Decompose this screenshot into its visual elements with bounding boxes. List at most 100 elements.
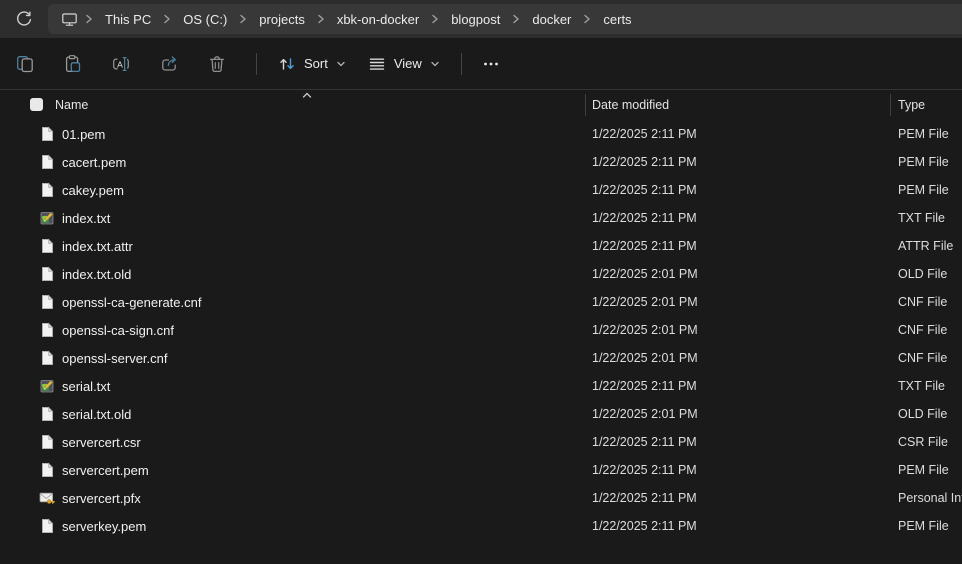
file-row[interactable]: index.txt.attr 1/22/2025 2:11 PM ATTR Fi… xyxy=(0,232,962,260)
file-date-modified: 1/22/2025 2:11 PM xyxy=(592,183,697,197)
file-name: servercert.csr xyxy=(62,435,141,450)
paste-button[interactable] xyxy=(54,46,92,82)
rename-icon: A xyxy=(113,56,129,71)
file-name: index.txt xyxy=(62,211,111,226)
share-button[interactable] xyxy=(150,46,188,82)
chevron-down-icon xyxy=(431,61,439,66)
file-name: servercert.pfx xyxy=(62,491,141,506)
more-options-button[interactable] xyxy=(472,46,510,82)
file-name: openssl-ca-sign.cnf xyxy=(62,323,174,338)
file-type: PEM File xyxy=(898,463,949,477)
chevron-right-icon xyxy=(430,13,440,25)
file-icon xyxy=(42,350,54,365)
file-row[interactable]: openssl-ca-sign.cnf 1/22/2025 2:01 PM CN… xyxy=(0,316,962,344)
file-date-modified: 1/22/2025 2:11 PM xyxy=(592,127,697,141)
file-row[interactable]: servercert.csr 1/22/2025 2:11 PM CSR Fil… xyxy=(0,428,962,456)
file-row[interactable]: openssl-ca-generate.cnf 1/22/2025 2:01 P… xyxy=(0,288,962,316)
file-type: TXT File xyxy=(898,211,945,225)
file-type: OLD File xyxy=(898,407,948,421)
breadcrumb-item[interactable]: This PC xyxy=(96,8,160,31)
file-type: CSR File xyxy=(898,435,949,449)
breadcrumb: This PC OS (C:) projects xbk-on-docker b… xyxy=(82,8,641,31)
file-type: OLD File xyxy=(898,267,948,281)
file-icon xyxy=(42,406,54,421)
text-file-icon xyxy=(40,380,54,393)
column-header-date-modified[interactable]: Date modified xyxy=(592,98,669,112)
file-date-modified: 1/22/2025 2:01 PM xyxy=(592,267,698,281)
text-file-icon xyxy=(40,212,54,225)
file-row[interactable]: cakey.pem 1/22/2025 2:11 PM PEM File xyxy=(0,176,962,204)
file-type: PEM File xyxy=(898,183,949,197)
file-date-modified: 1/22/2025 2:11 PM xyxy=(592,239,697,253)
column-divider[interactable] xyxy=(890,94,891,116)
file-row[interactable]: serverkey.pem 1/22/2025 2:11 PM PEM File xyxy=(0,512,962,540)
file-type: ATTR File xyxy=(898,239,954,253)
file-type: CNF File xyxy=(898,323,948,337)
chevron-right-icon xyxy=(84,13,94,25)
file-row[interactable]: cacert.pem 1/22/2025 2:11 PM PEM File xyxy=(0,148,962,176)
file-type: CNF File xyxy=(898,351,948,365)
file-row[interactable]: 01.pem 1/22/2025 2:11 PM PEM File xyxy=(0,120,962,148)
file-icon xyxy=(42,434,54,449)
copy-icon xyxy=(17,55,33,72)
breadcrumb-item[interactable]: blogpost xyxy=(442,8,509,31)
file-date-modified: 1/22/2025 2:01 PM xyxy=(592,323,698,337)
file-row[interactable]: index.txt.old 1/22/2025 2:01 PM OLD File xyxy=(0,260,962,288)
column-header-type[interactable]: Type xyxy=(898,98,925,112)
file-icon xyxy=(42,182,54,197)
file-row[interactable]: servercert.pfx 1/22/2025 2:11 PM Persona… xyxy=(0,484,962,512)
refresh-button[interactable] xyxy=(7,3,41,35)
delete-button[interactable] xyxy=(198,46,236,82)
pfx-file-icon xyxy=(39,492,55,504)
file-name: 01.pem xyxy=(62,127,106,142)
refresh-icon xyxy=(17,11,32,26)
top-bar: This PC OS (C:) projects xbk-on-docker b… xyxy=(0,0,962,38)
toolbar-separator xyxy=(256,52,257,75)
sort-label: Sort xyxy=(304,56,328,71)
share-icon xyxy=(162,55,176,71)
file-row[interactable]: openssl-server.cnf 1/22/2025 2:01 PM CNF… xyxy=(0,344,962,372)
file-icon xyxy=(42,126,54,141)
file-date-modified: 1/22/2025 2:11 PM xyxy=(592,211,697,225)
file-icon xyxy=(42,154,54,169)
chevron-right-icon xyxy=(582,13,592,25)
breadcrumb-item[interactable]: projects xyxy=(250,8,314,31)
file-name: cacert.pem xyxy=(62,155,127,170)
file-date-modified: 1/22/2025 2:11 PM xyxy=(592,463,697,477)
file-type: PEM File xyxy=(898,127,949,141)
file-icon xyxy=(42,266,54,281)
select-all-checkbox[interactable] xyxy=(30,98,43,111)
file-row[interactable]: serial.txt.old 1/22/2025 2:01 PM OLD Fil… xyxy=(0,400,962,428)
file-list: 01.pem 1/22/2025 2:11 PM PEM File cacert… xyxy=(0,120,962,540)
this-pc-icon xyxy=(61,11,78,28)
file-type: PEM File xyxy=(898,155,949,169)
file-date-modified: 1/22/2025 2:11 PM xyxy=(592,155,697,169)
file-date-modified: 1/22/2025 2:01 PM xyxy=(592,295,698,309)
address-bar[interactable]: This PC OS (C:) projects xbk-on-docker b… xyxy=(48,4,962,34)
rename-button[interactable]: A xyxy=(102,46,140,82)
file-type: CNF File xyxy=(898,295,948,309)
file-date-modified: 1/22/2025 2:01 PM xyxy=(592,407,698,421)
file-row[interactable]: index.txt 1/22/2025 2:11 PM TXT File xyxy=(0,204,962,232)
file-row[interactable]: serial.txt 1/22/2025 2:11 PM TXT File xyxy=(0,372,962,400)
sort-button[interactable]: Sort xyxy=(267,46,357,82)
copy-button[interactable] xyxy=(6,46,44,82)
file-name: index.txt.old xyxy=(62,267,132,282)
column-header-name[interactable]: Name xyxy=(55,98,88,112)
view-button[interactable]: View xyxy=(357,46,451,82)
file-icon xyxy=(42,462,54,477)
file-row[interactable]: servercert.pem 1/22/2025 2:11 PM PEM Fil… xyxy=(0,456,962,484)
breadcrumb-item[interactable]: certs xyxy=(594,8,640,31)
file-icon xyxy=(42,238,54,253)
view-label: View xyxy=(393,56,422,71)
delete-icon xyxy=(209,55,225,72)
breadcrumb-item[interactable]: docker xyxy=(523,8,580,31)
breadcrumb-item[interactable]: xbk-on-docker xyxy=(328,8,428,31)
file-name: serverkey.pem xyxy=(62,519,147,534)
breadcrumb-item[interactable]: OS (C:) xyxy=(174,8,236,31)
column-divider[interactable] xyxy=(585,94,586,116)
file-icon xyxy=(42,322,54,337)
command-toolbar: A Sort View xyxy=(0,38,962,90)
file-type: Personal Info xyxy=(898,491,962,505)
file-date-modified: 1/22/2025 2:11 PM xyxy=(592,379,697,393)
